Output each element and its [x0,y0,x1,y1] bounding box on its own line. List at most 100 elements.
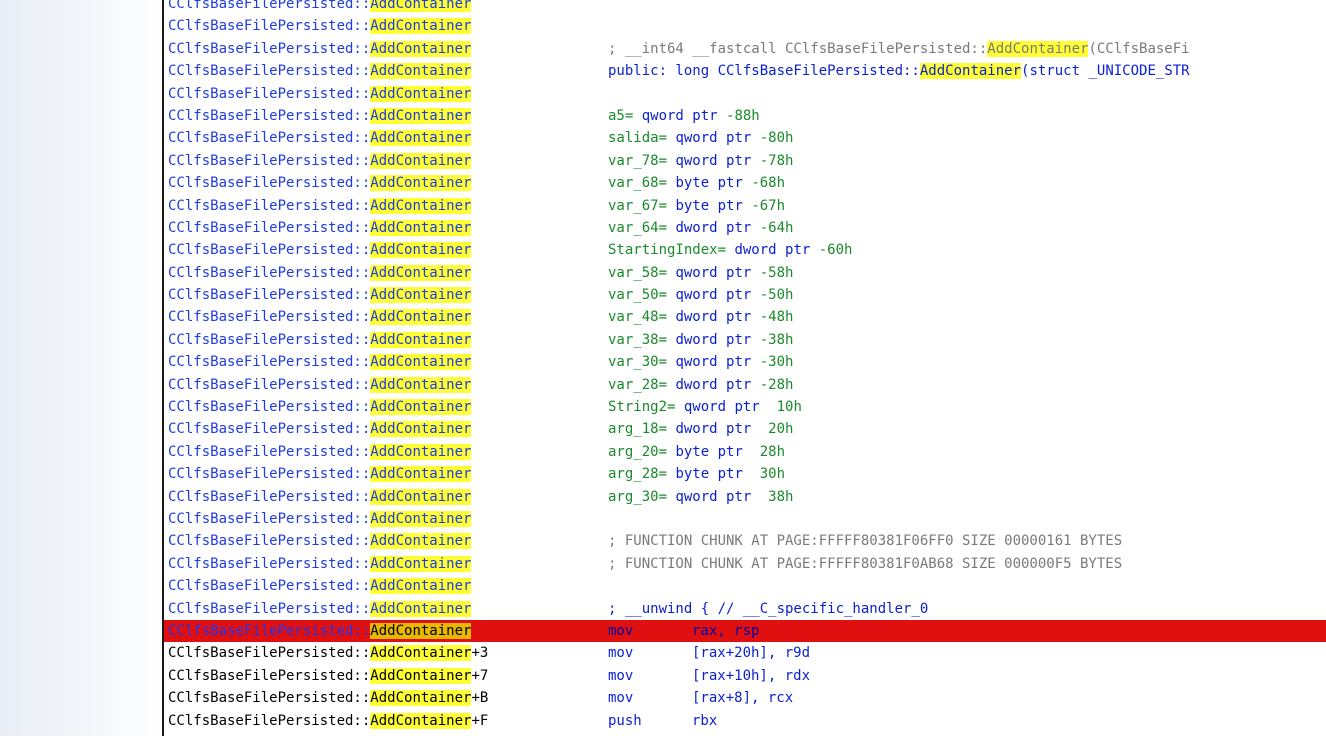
address-label[interactable]: CClfsBaseFilePersisted::AddContainer [168,83,548,105]
var-type: dword ptr [675,421,752,438]
listing-row[interactable]: CClfsBaseFilePersisted::AddContainer; __… [164,38,1326,60]
address-label[interactable]: CClfsBaseFilePersisted::AddContainer [168,105,548,127]
function-name-highlight: AddContainer [370,533,472,550]
listing-row[interactable]: CClfsBaseFilePersisted::AddContainer ; FU… [164,530,1326,552]
stack-variable: var_38= dword ptr -38h [608,331,794,348]
stack-variable: arg_20= byte ptr 28h [608,443,786,460]
var-name: var_58 [608,264,659,281]
instruction: push rbx [608,710,1326,732]
listing-row[interactable]: CClfsBaseFilePersisted::AddContainer a5= … [164,105,1326,127]
var-offset: -48h [759,309,794,326]
listing-row[interactable]: CClfsBaseFilePersisted::AddContainer arg_… [164,418,1326,440]
address-label[interactable]: CClfsBaseFilePersisted::AddContainer [168,284,548,306]
address-label[interactable]: CClfsBaseFilePersisted::AddContainer [168,38,548,60]
listing-row[interactable]: CClfsBaseFilePersisted::AddContainer var_… [164,150,1326,172]
function-name-highlight: AddContainer [370,331,472,348]
listing-row[interactable]: CClfsBaseFilePersisted::AddContainer+F pu… [164,710,1326,732]
function-name-highlight: AddContainer [370,197,472,214]
class-prefix: CClfsBaseFilePersisted:: [168,242,371,259]
class-prefix: CClfsBaseFilePersisted:: [168,63,371,80]
listing-row[interactable]: CClfsBaseFilePersisted::AddContainer var_… [164,172,1326,194]
listing-row[interactable]: CClfsBaseFilePersisted::AddContainer var_… [164,195,1326,217]
listing-row[interactable]: CClfsBaseFilePersisted::AddContainer var_… [164,351,1326,373]
class-prefix: CClfsBaseFilePersisted:: [168,85,371,102]
listing-row[interactable]: CClfsBaseFilePersisted::AddContainer var_… [164,374,1326,396]
listing-row[interactable]: CClfsBaseFilePersisted::AddContainer arg_… [164,486,1326,508]
listing-row[interactable]: CClfsBaseFilePersisted::AddContainer arg_… [164,441,1326,463]
address-label[interactable]: CClfsBaseFilePersisted::AddContainer+7 [168,665,548,687]
var-name: StartingIndex [608,242,718,259]
listing-row[interactable]: CClfsBaseFilePersisted::AddContainer publ… [164,60,1326,82]
listing-row[interactable]: CClfsBaseFilePersisted::AddContainer+B mo… [164,687,1326,709]
listing-row[interactable]: CClfsBaseFilePersisted::AddContainer [164,15,1326,37]
listing-row[interactable]: CClfsBaseFilePersisted::AddContainer [164,575,1326,597]
address-label[interactable]: CClfsBaseFilePersisted::AddContainer [168,553,548,575]
var-name: var_48 [608,309,659,326]
address-label[interactable]: CClfsBaseFilePersisted::AddContainer+3 [168,642,548,664]
var-offset: -50h [759,287,794,304]
function-name-highlight: AddContainer [370,399,472,416]
listing-row[interactable]: CClfsBaseFilePersisted::AddContainer sali… [164,127,1326,149]
function-name-highlight: AddContainer [370,354,472,371]
address-label[interactable]: CClfsBaseFilePersisted::AddContainer [168,463,548,485]
listing-row[interactable]: CClfsBaseFilePersisted::AddContainer ; FU… [164,553,1326,575]
disassembly-listing[interactable]: CClfsBaseFilePersisted::AddContainer CClf… [164,0,1326,743]
listing-row[interactable]: CClfsBaseFilePersisted::AddContainer+7 mo… [164,665,1326,687]
class-prefix: CClfsBaseFilePersisted:: [168,40,371,57]
var-type: dword ptr [675,331,752,348]
address-label[interactable]: CClfsBaseFilePersisted::AddContainer [168,374,548,396]
listing-row[interactable]: CClfsBaseFilePersisted::AddContainer ; __… [164,598,1326,620]
listing-row[interactable]: CClfsBaseFilePersisted::AddContainer [164,83,1326,105]
address-label[interactable]: CClfsBaseFilePersisted::AddContainer [168,598,548,620]
listing-row[interactable]: CClfsBaseFilePersisted::AddContainer [164,0,1326,15]
address-label[interactable]: CClfsBaseFilePersisted::AddContainer+F [168,710,548,732]
address-label[interactable]: CClfsBaseFilePersisted::AddContainer [168,620,548,642]
listing-row[interactable]: CClfsBaseFilePersisted::AddContainer var_… [164,262,1326,284]
listing-row[interactable]: CClfsBaseFilePersisted::AddContainer arg_… [164,463,1326,485]
address-label[interactable]: CClfsBaseFilePersisted::AddContainer [168,239,548,261]
address-label[interactable]: CClfsBaseFilePersisted::AddContainer [168,396,548,418]
listing-row[interactable]: CClfsBaseFilePersisted::AddContainer var_… [164,284,1326,306]
listing-row[interactable]: CClfsBaseFilePersisted::AddContainer Star… [164,239,1326,261]
stack-variable: arg_28= byte ptr 30h [608,466,786,483]
address-label[interactable]: CClfsBaseFilePersisted::AddContainer [168,530,548,552]
stack-variable: var_28= dword ptr -28h [608,376,794,393]
function-name-highlight: AddContainer [370,264,472,281]
address-label[interactable]: CClfsBaseFilePersisted::AddContainer [168,329,548,351]
var-name: a5 [608,107,625,124]
listing-row[interactable]: CClfsBaseFilePersisted::AddContainer [164,508,1326,530]
function-name-highlight: AddContainer [370,85,472,102]
stack-variable: arg_30= qword ptr 38h [608,488,794,505]
function-name-highlight: AddContainer [370,578,472,595]
address-label[interactable]: CClfsBaseFilePersisted::AddContainer [168,127,548,149]
address-label[interactable]: CClfsBaseFilePersisted::AddContainer [168,351,548,373]
address-label[interactable]: CClfsBaseFilePersisted::AddContainer [168,217,548,239]
listing-row[interactable]: CClfsBaseFilePersisted::AddContainer+3 mo… [164,642,1326,664]
function-name-highlight: AddContainer [370,63,472,80]
address-label[interactable]: CClfsBaseFilePersisted::AddContainer [168,306,548,328]
address-label[interactable]: CClfsBaseFilePersisted::AddContainer [168,508,548,530]
address-label[interactable]: CClfsBaseFilePersisted::AddContainer [168,418,548,440]
address-label[interactable]: CClfsBaseFilePersisted::AddContainer [168,575,548,597]
current-instruction-row[interactable]: CClfsBaseFilePersisted::AddContainer mov r… [164,619,1326,643]
address-label[interactable]: CClfsBaseFilePersisted::AddContainer [168,15,548,37]
function-name-highlight: AddContainer [370,242,472,259]
operands: rax, rsp [692,622,760,639]
address-label[interactable]: CClfsBaseFilePersisted::AddContainer [168,195,548,217]
decl-prefix: public: long CClfsBaseFilePersisted:: [608,63,920,80]
listing-row[interactable]: CClfsBaseFilePersisted::AddContainer var_… [164,306,1326,328]
address-label[interactable]: CClfsBaseFilePersisted::AddContainer [168,60,548,82]
var-offset: -30h [759,354,794,371]
address-label[interactable]: CClfsBaseFilePersisted::AddContainer [168,172,548,194]
address-label[interactable]: CClfsBaseFilePersisted::AddContainer [168,486,548,508]
class-prefix: CClfsBaseFilePersisted:: [168,309,371,326]
address-label[interactable]: CClfsBaseFilePersisted::AddContainer+B [168,687,548,709]
address-label[interactable]: CClfsBaseFilePersisted::AddContainer [168,150,548,172]
unwind-comment: ; __unwind { // __C_specific_handler_0 [608,600,929,617]
listing-row[interactable]: CClfsBaseFilePersisted::AddContainer var_… [164,217,1326,239]
listing-row[interactable]: CClfsBaseFilePersisted::AddContainer Stri… [164,396,1326,418]
listing-row[interactable]: CClfsBaseFilePersisted::AddContainer var_… [164,329,1326,351]
address-label[interactable]: CClfsBaseFilePersisted::AddContainer [168,441,548,463]
address-label[interactable]: CClfsBaseFilePersisted::AddContainer [168,262,548,284]
address-label[interactable]: CClfsBaseFilePersisted::AddContainer [168,0,548,15]
